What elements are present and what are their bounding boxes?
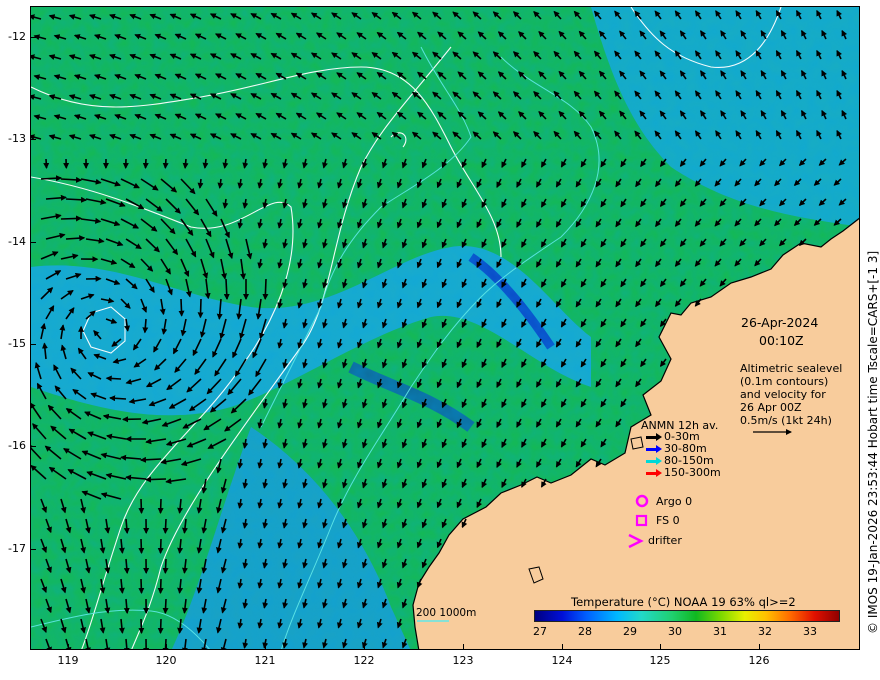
drifter-label: drifter [648,534,682,547]
depth-scale-label: 200 1000m [416,607,477,619]
note-line: 0.5m/s (1kt 24h) [740,414,832,427]
x-tick-mark [166,644,167,650]
legend-arrow-150-300m [646,469,662,477]
velocity-arrow [138,538,145,554]
velocity-arrow [178,298,185,317]
velocity-arrow [140,456,162,463]
altimetry-note: Altimetric sealevel (0.1m contours) and … [740,362,842,427]
colorbar-tick: 33 [803,625,817,638]
velocity-arrow [145,476,167,483]
velocity-arrow [157,498,164,514]
note-line: 26 Apr 00Z [740,401,802,414]
x-tick-label: 126 [748,654,770,667]
x-tick-label: 120 [155,654,177,667]
velocity-arrow [162,158,169,169]
y-tick-mark [30,344,36,345]
velocity-arrow [142,318,149,334]
x-tick-label: 125 [649,654,671,667]
x-tick-mark [759,644,760,650]
map-time: 00:10Z [759,333,804,348]
velocity-arrow [223,278,230,300]
argo-label: Argo 0 [656,495,693,508]
velocity-arrow [65,196,87,203]
y-tick-label: -13 [8,132,26,145]
velocity-arrow [157,618,164,634]
velocity-arrow [162,518,169,534]
velocity-arrow [138,578,145,594]
velocity-arrow [105,375,122,382]
velocity-arrow [162,558,169,574]
y-tick-mark [30,549,36,550]
velocity-arrow [60,215,82,222]
velocity-arrow [182,158,189,169]
y-tick-label: -14 [8,235,26,248]
x-tick-mark [463,644,464,650]
note-line: (0.1m contours) [740,375,829,388]
velocity-arrow [197,178,204,189]
y-tick-mark [30,242,36,243]
velocity-arrow [43,158,50,169]
velocity-arrow [40,175,62,182]
legend-arrow-30-80m [646,445,662,453]
y-tick-label: -15 [8,337,26,350]
velocity-arrow [142,158,149,169]
legend-label-150-300m: 150-300m [664,466,721,479]
y-tick-mark [30,139,36,140]
x-tick-mark [265,644,266,650]
velocity-arrow [262,278,269,300]
map-date: 26-Apr-2024 [741,315,819,330]
x-tick-mark [68,644,69,650]
x-tick-label: 121 [254,654,276,667]
island [630,436,644,450]
colorbar-title: Temperature (°C) NOAA 19 63% ql>=2 [571,595,796,609]
x-tick-label: 124 [551,654,573,667]
x-tick-label: 122 [353,654,375,667]
x-tick-mark [364,644,365,650]
y-tick-mark [30,446,36,447]
temperature-colorbar [534,610,840,622]
map-panel[interactable]: 26-Apr-2024 00:10Z Altimetric sealevel (… [30,6,860,650]
velocity-arrow [138,498,145,514]
fs-label: FS 0 [656,514,680,527]
velocity-arrow [157,578,164,594]
y-tick-label: -17 [8,542,26,555]
y-tick-label: -12 [8,30,26,43]
note-line: Altimetric sealevel [740,362,843,375]
colorbar-tick: 27 [533,625,547,638]
legend-arrow-0-30m [646,433,662,441]
velocity-arrow [197,298,204,319]
legend-arrow-80-150m [646,457,662,465]
x-tick-label: 123 [452,654,474,667]
colorbar-tick: 32 [758,625,772,638]
velocity-arrow [202,158,209,169]
velocity-arrow [162,598,169,614]
velocity-arrow [109,395,127,402]
x-tick-mark [562,644,563,650]
sea-temperature-map [31,7,859,649]
colorbar-tick: 29 [623,625,637,638]
velocity-arrow [157,538,164,554]
velocity-arrow [138,618,145,634]
imos-credit: © IMOS 19-Jan-2026 23:53:44 Hobart time … [866,250,880,634]
y-tick-label: -16 [8,439,26,452]
colorbar-tick: 28 [578,625,592,638]
note-line: and velocity for [740,388,826,401]
colorbar-tick: 31 [713,625,727,638]
y-tick-mark [30,37,36,38]
x-tick-mark [660,644,661,650]
colorbar-tick: 30 [668,625,682,638]
x-tick-label: 119 [57,654,79,667]
